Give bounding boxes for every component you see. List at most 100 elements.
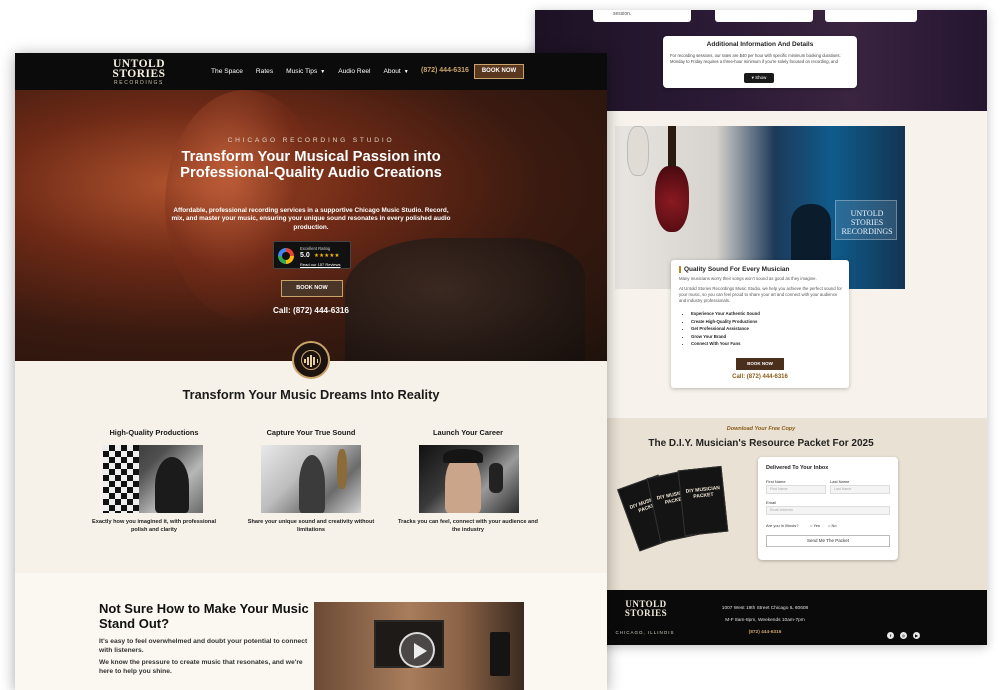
nav-item-the-space[interactable]: The Space [211,68,243,75]
google-logo-center [282,252,290,260]
footer-phone[interactable]: (872) 444-6316 [695,630,835,635]
hero-section: CHICAGO RECORDING STUDIO Transform Your … [15,90,607,361]
footer-city: CHICAGO, ILLINOIS [615,630,675,635]
additional-info-box: Additional Information And Details For r… [663,36,857,88]
feature-caption: Tracks you can feel, connect with your a… [398,519,538,534]
main-menu: The Space Rates Music Tips ▼ Audio Reel A… [211,53,409,90]
show-button-label: Show [755,75,767,80]
list-item: Grow Your Brand [691,333,835,341]
show-button[interactable]: ▾ Show [744,73,774,83]
wave-bar [313,357,315,365]
top-navigation-bar: UNTOLD STORIES RECORDINGS The Space Rate… [15,53,607,90]
reviews-link[interactable]: Read our 157 Reviews [300,262,340,267]
feature-title: High-Quality Productions [109,428,199,437]
red-guitar-image [655,166,689,232]
facebook-icon[interactable]: f [887,632,894,639]
person-silhouette [299,455,325,513]
studio-sign-text: UNTOLD STORIES RECORDINGS [841,209,893,236]
yes-radio-label: Yes [813,523,820,528]
hero-title: Transform Your Musical Passion into Prof… [180,149,442,181]
guitar-image [627,126,649,176]
feature-image-career [419,445,519,513]
feature-caption: Exactly how you imagined it, with profes… [91,519,217,534]
last-name-input[interactable]: Last Name [830,485,890,494]
wave-bar [307,357,309,365]
quality-book-now-button[interactable]: BOOK NOW [736,358,784,370]
logo-subtitle: RECORDINGS [114,80,164,86]
cap-image [443,449,483,463]
rating-score: 5.0 [300,252,310,259]
feature-image-sound [261,445,361,513]
list-item: Get Professional Assistance [691,325,835,333]
quality-sound-card: Quality Sound For Every Musician Many mu… [671,260,849,388]
microphone-image [489,463,503,493]
nav-phone-link[interactable]: (872) 444-6316 [421,67,469,74]
rating-stars-icon: ★★★★★ [314,253,340,259]
standout-paragraph: We know the pressure to create music tha… [99,659,303,675]
quality-call-link[interactable]: Call: (872) 444-6316 [671,374,849,380]
rating-label: Excellent Rating [300,246,331,251]
form-title: Delivered To Your Inbox [766,465,829,471]
speaker-image [490,632,510,676]
google-rating-badge[interactable]: Excellent Rating 5.0 ★★★★★ Read our 157 … [273,241,351,269]
rate-card [593,10,691,22]
video-thumbnail[interactable] [314,602,524,690]
quality-subtitle: Many musicians worry their songs won't s… [679,276,817,281]
rate-card [715,10,813,22]
list-item: Experience Your Authentic Sound [691,310,835,318]
rate-card [825,10,917,22]
feature-title: Capture Your True Sound [266,428,356,437]
person-silhouette [155,457,189,513]
checker-pattern [103,445,139,513]
play-triangle [414,643,427,659]
soundwave-icon [304,355,318,367]
rate-card-text: session. [613,11,632,17]
instagram-icon[interactable]: ◎ [900,632,907,639]
yes-radio[interactable]: ○ Yes [810,523,820,528]
composite-screenshot: session. Additional Information And Deta… [0,0,1000,690]
wave-bar [316,359,318,363]
feature-title: Launch Your Career [433,428,503,437]
first-name-input[interactable]: First Name [766,485,826,494]
email-label: Email [766,500,777,505]
studio-sign: UNTOLD STORIES RECORDINGS [835,200,897,240]
send-packet-button[interactable]: Send Me The Packet [766,535,890,547]
dreams-section-title: Transform Your Music Dreams Into Reality [182,387,440,402]
email-input[interactable]: Email Address [766,506,890,515]
hero-book-now-button[interactable]: BOOK NOW [281,280,343,297]
nav-item-music-tips[interactable]: Music Tips ▼ [286,68,325,75]
chevron-down-icon: ▼ [403,69,409,75]
packet-signup-form: Delivered To Your Inbox First Name First… [758,457,898,560]
feature-image-productions [103,445,203,513]
homepage-preview: UNTOLD STORIES RECORDINGS The Space Rate… [15,53,607,690]
chevron-down-icon: ▼ [320,69,326,75]
list-item: Create High-Quality Productions [691,318,835,326]
hero-microphone-image [345,238,585,361]
benefits-list: Experience Your Authentic Sound Create H… [685,310,835,348]
google-logo-icon [278,248,294,264]
nav-item-audio-reel[interactable]: Audio Reel [338,68,370,75]
social-icons: f ◎ ▶ [887,632,920,639]
site-logo[interactable]: UNTOLD STORIES [99,58,179,80]
hero-description: Affordable, professional recording servi… [171,207,451,231]
no-radio[interactable]: ○ No [828,523,837,528]
nav-book-now-button[interactable]: BOOK NOW [474,64,524,79]
play-icon[interactable] [399,632,435,668]
nav-item-about[interactable]: About ▼ [384,68,409,75]
last-name-label: Last Name [830,479,850,484]
footer-hours: M-F 8am-8pm, Weekends 10am-7pm [725,618,805,623]
logo-line2: STORIES [112,68,166,80]
illinois-question-label: Are you in Illinois? [766,523,799,528]
list-item: Connect With Your Fans [691,340,835,348]
feature-caption: Share your unique sound and creativity w… [247,519,375,534]
youtube-icon[interactable]: ▶ [913,632,920,639]
hero-call-link[interactable]: Call: (872) 444-6316 [15,306,607,315]
first-name-label: First Name [766,479,786,484]
nav-item-label: About [383,68,401,75]
nav-item-rates[interactable]: Rates [256,68,273,75]
hero-eyebrow: CHICAGO RECORDING STUDIO [227,137,395,144]
saxophone-image [337,449,347,489]
footer-logo[interactable]: UNTOLD STORIES [611,600,681,618]
quality-paragraph: At Untold Stories Recordings Music Studi… [679,286,842,303]
additional-info-title: Additional Information And Details [706,41,814,48]
